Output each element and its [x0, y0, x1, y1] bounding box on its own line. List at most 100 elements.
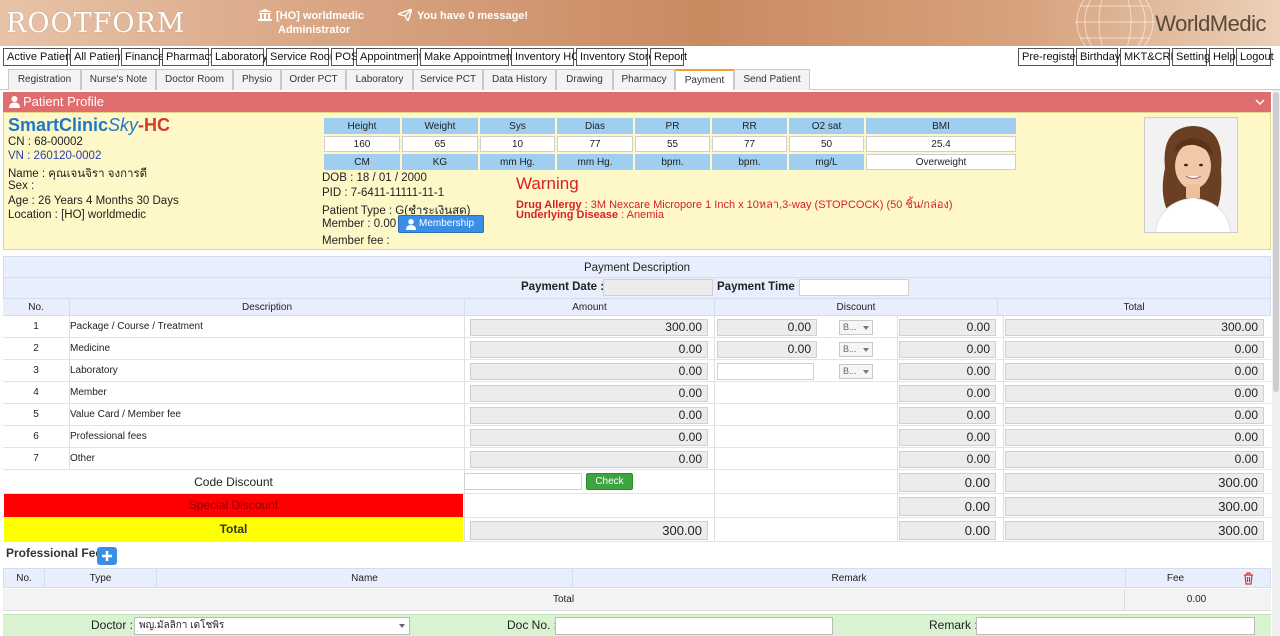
code-discount-row: Code Discount Check 0.00 300.00: [3, 470, 1271, 494]
discount-input[interactable]: 0.00: [717, 341, 817, 358]
professional-fee-header: No. Type Name Remark Fee: [3, 568, 1271, 588]
grand-total-row: Total 300.00 0.00 300.00: [3, 518, 1271, 542]
menu-finance[interactable]: Finance: [121, 48, 164, 66]
scrollbar-thumb[interactable]: [1273, 92, 1279, 392]
menu-make-appointment[interactable]: Make Appointment: [420, 48, 515, 66]
check-button[interactable]: Check: [586, 473, 633, 490]
menu-help[interactable]: Help: [1209, 48, 1236, 66]
row-description: Other: [70, 453, 96, 464]
col-total: Total: [997, 298, 1271, 316]
vital-unit: mm Hg.: [557, 154, 633, 170]
vital-value: 160: [324, 136, 400, 152]
payment-title: Payment Description: [3, 256, 1271, 278]
code-discount-input[interactable]: [464, 473, 582, 490]
tab-doctor-room[interactable]: Doctor Room: [156, 69, 233, 90]
membership-button[interactable]: Membership: [398, 215, 484, 233]
trash-icon[interactable]: [1243, 572, 1254, 585]
discount-total-field: 0.00: [899, 385, 996, 402]
table-row: 3 Laboratory 0.00 B... 0.00 0.00: [3, 360, 1271, 382]
menu-pre-register[interactable]: Pre-register: [1018, 48, 1079, 66]
pf-col-name: Name: [156, 569, 572, 588]
tab-drawing[interactable]: Drawing: [556, 69, 613, 90]
payment-time-input[interactable]: [799, 279, 909, 296]
amount-field: 0.00: [470, 363, 708, 380]
tab-laboratory[interactable]: Laboratory: [346, 69, 413, 90]
message-link[interactable]: You have 0 message!: [398, 9, 528, 22]
tab-order-pct[interactable]: Order PCT: [281, 69, 346, 90]
vital-value: 10: [480, 136, 555, 152]
page-scrollbar[interactable]: [1272, 90, 1280, 636]
patient-vn: VN : 260120-0002: [8, 150, 102, 162]
professional-fee-legend: Professional Fee: [6, 546, 103, 560]
row-no: 4: [33, 387, 39, 398]
discount-type-select[interactable]: B...: [839, 320, 873, 335]
discount-total-field: 0.00: [899, 363, 996, 380]
tab-pharmacy[interactable]: Pharmacy: [613, 69, 675, 90]
menu-mkt-crm[interactable]: MKT&CRM: [1120, 48, 1180, 66]
special-discount-row: Special Discount 0.00 300.00: [3, 494, 1271, 518]
add-fee-button[interactable]: [97, 547, 117, 565]
menu-pharmacy[interactable]: Pharmacy: [162, 48, 216, 66]
col-description: Description: [69, 298, 464, 316]
row-total-field: 0.00: [1005, 407, 1264, 424]
menu-birthday[interactable]: Birthday: [1076, 48, 1120, 66]
tab-send-patient[interactable]: Send Patient: [734, 69, 810, 90]
col-discount: Discount: [714, 298, 997, 316]
menu-logout[interactable]: Logout: [1236, 48, 1274, 66]
col-amount: Amount: [464, 298, 714, 316]
discount-total-field: 0.00: [899, 319, 996, 336]
tab-service-pct[interactable]: Service PCT: [413, 69, 483, 90]
discount-input[interactable]: 0.00: [717, 319, 817, 336]
discount-total-field: 0.00: [899, 451, 996, 468]
menu-inventory-store[interactable]: Inventory Store: [576, 48, 655, 66]
patient-portrait-image: [1145, 118, 1237, 232]
row-description: Package / Course / Treatment: [70, 321, 203, 332]
member-balance: Member : 0.00: [322, 218, 397, 230]
row-no: 3: [33, 365, 39, 376]
row-no: 5: [33, 409, 39, 420]
discount-input[interactable]: [717, 363, 814, 380]
tab-nurses-note[interactable]: Nurse's Note: [81, 69, 156, 90]
discount-total-field: 0.00: [899, 429, 996, 446]
vital-value: 55: [635, 136, 710, 152]
menu-appointment[interactable]: Appointment: [356, 48, 422, 66]
menu-pos[interactable]: POS: [331, 48, 358, 66]
menu-service-room[interactable]: Service Room: [266, 48, 339, 66]
table-row: 5 Value Card / Member fee 0.00 0.00 0.00: [3, 404, 1271, 426]
remark-input[interactable]: [976, 617, 1255, 635]
tab-physio[interactable]: Physio: [233, 69, 281, 90]
tab-data-history[interactable]: Data History: [483, 69, 556, 90]
patient-location: Location : [HO] worldmedic: [8, 209, 147, 221]
patient-profile-title: Patient Profile: [23, 94, 104, 109]
patient-profile-header[interactable]: Patient Profile: [3, 92, 1271, 112]
payment-date-input[interactable]: [603, 279, 713, 296]
row-total-field: 300.00: [1005, 319, 1264, 336]
pf-col-type: Type: [44, 569, 156, 588]
professional-fee-total-row: Total 0.00: [3, 589, 1271, 611]
menu-laboratory[interactable]: Laboratory: [211, 48, 268, 66]
vital-value: 77: [557, 136, 633, 152]
tab-registration[interactable]: Registration: [8, 69, 81, 90]
table-row: 1 Package / Course / Treatment 300.00 0.…: [3, 316, 1271, 338]
menu-report[interactable]: Report: [650, 48, 687, 66]
discount-type-select[interactable]: B...: [839, 342, 873, 357]
vital-value: 65: [402, 136, 478, 152]
menu-setting[interactable]: Setting: [1172, 48, 1210, 66]
doctor-select[interactable]: พญ.มัลลิกา เดโชพิร: [134, 617, 410, 635]
menu-inventory-ho[interactable]: Inventory HO: [511, 48, 580, 66]
menu-active-patient[interactable]: Active Patient: [3, 48, 74, 66]
patient-tabs: Registration Nurse's Note Doctor Room Ph…: [0, 67, 1280, 90]
pf-total-label: Total: [552, 594, 575, 605]
vital-header: BMI: [866, 118, 1016, 134]
tab-payment[interactable]: Payment: [675, 69, 734, 90]
code-discount-disc-total: 0.00: [899, 473, 996, 492]
chevron-down-icon[interactable]: [1255, 97, 1265, 107]
member-fee: Member fee :: [322, 235, 390, 247]
doctor-bar: Doctor : พญ.มัลลิกา เดโชพิร Doc No. : Re…: [3, 614, 1271, 636]
menu-all-patient[interactable]: All Patient: [70, 48, 124, 66]
vital-header: Weight: [402, 118, 478, 134]
docno-input[interactable]: [555, 617, 833, 635]
discount-type-select[interactable]: B...: [839, 364, 873, 379]
patient-profile-body: SmartClinicSky-HC CN : 68-00002 VN : 260…: [3, 112, 1271, 250]
send-icon: [398, 9, 412, 21]
